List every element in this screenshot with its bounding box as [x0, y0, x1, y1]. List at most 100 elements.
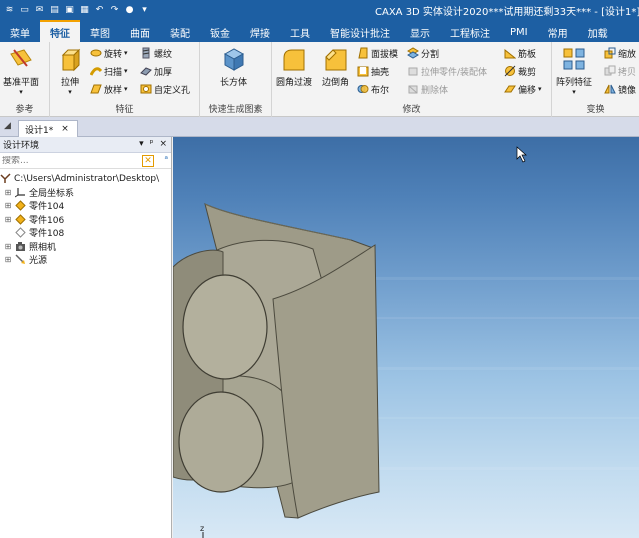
document-tabs: ◢ 设计1* ×: [0, 117, 639, 137]
pin-icon[interactable]: ᵖ: [150, 139, 154, 149]
tab-menu[interactable]: 菜单: [0, 22, 40, 42]
revolve-icon: [90, 49, 102, 57]
undo-icon[interactable]: ↶: [93, 4, 106, 16]
face-draft-button[interactable]: 面拔模: [357, 46, 398, 60]
search-input[interactable]: [2, 155, 132, 166]
extrude-icon: [61, 48, 81, 72]
tab-pmi[interactable]: PMI: [500, 22, 538, 42]
copy-button[interactable]: 拷贝: [604, 64, 636, 78]
tab-sketch[interactable]: 草图: [80, 22, 120, 42]
tab-welding[interactable]: 焊接: [240, 22, 280, 42]
upper-circle-face[interactable]: [182, 274, 268, 380]
globe-icon[interactable]: ●: [123, 4, 136, 16]
chamfer-icon: [324, 49, 346, 71]
tab-load[interactable]: 加载: [578, 22, 618, 42]
expand-icon[interactable]: ⊞: [4, 242, 12, 251]
rib-button[interactable]: 筋板: [504, 46, 536, 60]
delete-body-button[interactable]: 删除体: [407, 82, 448, 96]
new-file-icon[interactable]: ▭: [18, 4, 31, 16]
dropdown-arrow-icon: ▾: [19, 88, 23, 96]
tab-common[interactable]: 常用: [538, 22, 578, 42]
delete-body-icon: [408, 85, 418, 94]
close-tab-icon[interactable]: ×: [61, 124, 69, 134]
tree-item-root[interactable]: C:\Users\Administrator\Desktop\: [0, 172, 171, 186]
fillet-icon: [283, 49, 305, 71]
fillet-button[interactable]: 圆角过渡: [276, 46, 312, 88]
loft-button[interactable]: 放样 ▾: [90, 82, 128, 96]
document-tab-design1[interactable]: 设计1* ×: [18, 120, 78, 137]
tab-feature[interactable]: 特征: [40, 20, 80, 42]
tree-item-part104[interactable]: ⊞ 零件104: [0, 199, 171, 213]
mail-icon[interactable]: ✉: [33, 4, 46, 16]
pattern-icon: [563, 48, 585, 70]
trim-icon: [504, 65, 516, 77]
app-logo-icon[interactable]: ≋: [3, 4, 16, 16]
offset-button[interactable]: 偏移 ▾: [504, 82, 542, 96]
expand-icon[interactable]: ⊞: [4, 201, 12, 210]
clear-search-icon[interactable]: ✕: [142, 155, 154, 167]
tab-tools[interactable]: 工具: [280, 22, 320, 42]
axis-icon: [15, 187, 25, 198]
scale-button[interactable]: 缩放: [604, 46, 636, 60]
3d-viewport[interactable]: [173, 137, 639, 538]
filter-icon[interactable]: ᵃ: [164, 155, 168, 165]
redo-icon[interactable]: ↷: [108, 4, 121, 16]
lower-circle-face[interactable]: [178, 391, 264, 493]
stretch-part-button[interactable]: 拉伸零件/装配体: [407, 64, 487, 78]
face-draft-icon: [358, 47, 368, 59]
tab-engineering-annotation[interactable]: 工程标注: [440, 22, 500, 42]
design-environment-panel: 设计环境 ▾ ᵖ × ✕ ᵃ C:\Users\Administrator\De…: [0, 137, 172, 538]
tab-smart-annotation[interactable]: 智能设计批注: [320, 22, 400, 42]
save-icon[interactable]: ▣: [63, 4, 76, 16]
quick-access-toolbar: ≋ ▭ ✉ ▤ ▣ ▦ ↶ ↷ ● ▾: [0, 4, 151, 16]
scale-icon: [604, 47, 616, 59]
tab-scroll-icon[interactable]: ◢: [4, 121, 11, 131]
tree-item-camera[interactable]: ⊞ 照相机: [0, 240, 171, 254]
thread-button[interactable]: 螺纹: [140, 46, 172, 60]
split-button[interactable]: 分割: [407, 46, 439, 60]
revolve-button[interactable]: 旋转 ▾: [90, 46, 128, 60]
expand-icon[interactable]: ⊞: [4, 188, 12, 197]
thicken-button[interactable]: 加厚: [140, 64, 172, 78]
ribbon-panel: 基准平面 ▾ 参考 拉伸 ▾ 旋转 ▾ 扫描 ▾ 放样 ▾ 螺纹 加厚 自定义孔…: [0, 42, 639, 117]
expand-icon[interactable]: ⊞: [4, 215, 12, 224]
mirror-icon: [604, 84, 616, 94]
loft-icon: [90, 84, 102, 94]
group-modify: 圆角过渡 边倒角 面拔模 抽壳 布尔 分割 拉伸零件/装配体 删除体 筋板 裁剪…: [272, 42, 552, 117]
tab-assembly[interactable]: 装配: [160, 22, 200, 42]
tree-item-light[interactable]: ⊞ 光源: [0, 253, 171, 267]
shell-button[interactable]: 抽壳: [357, 64, 389, 78]
tab-display[interactable]: 显示: [400, 22, 440, 42]
trim-button[interactable]: 裁剪: [504, 64, 536, 78]
3d-model[interactable]: [173, 137, 639, 538]
panel-menu-icon[interactable]: ▾: [139, 139, 144, 149]
boolean-button[interactable]: 布尔: [357, 82, 389, 96]
offset-icon: [504, 85, 516, 93]
chamfer-button[interactable]: 边倒角: [322, 46, 349, 88]
tab-sheet-metal[interactable]: 钣金: [200, 22, 240, 42]
tree-item-part106[interactable]: ⊞ 零件106: [0, 213, 171, 227]
datum-plane-button[interactable]: 基准平面 ▾: [3, 46, 39, 96]
toolbar-options-icon[interactable]: ▾: [138, 4, 151, 16]
custom-hole-button[interactable]: 自定义孔: [140, 82, 190, 96]
hole-icon: [140, 84, 152, 94]
tree-item-part108[interactable]: 零件108: [0, 226, 171, 240]
tree-item-global-coordinates[interactable]: ⊞ 全局坐标系: [0, 186, 171, 200]
boolean-icon: [357, 85, 369, 93]
open-folder-icon[interactable]: ▤: [48, 4, 61, 16]
tab-surface[interactable]: 曲面: [120, 22, 160, 42]
part-icon: [15, 200, 26, 211]
pattern-button[interactable]: 阵列特征 ▾: [556, 46, 592, 96]
panel-close-icon[interactable]: ×: [159, 139, 167, 149]
split-icon: [407, 47, 419, 59]
group-reference: 基准平面 ▾ 参考: [0, 42, 50, 117]
sweep-button[interactable]: 扫描 ▾: [90, 64, 128, 78]
dropdown-arrow-icon: ▾: [572, 88, 576, 96]
mirror-button[interactable]: 镜像: [604, 82, 636, 96]
panel-title: 设计环境: [3, 141, 40, 151]
cuboid-button[interactable]: 长方体: [220, 46, 247, 88]
panel-header: 设计环境 ▾ ᵖ ×: [0, 137, 171, 153]
print-icon[interactable]: ▦: [78, 4, 91, 16]
expand-icon[interactable]: ⊞: [4, 255, 12, 264]
extrude-button[interactable]: 拉伸 ▾: [57, 46, 83, 96]
